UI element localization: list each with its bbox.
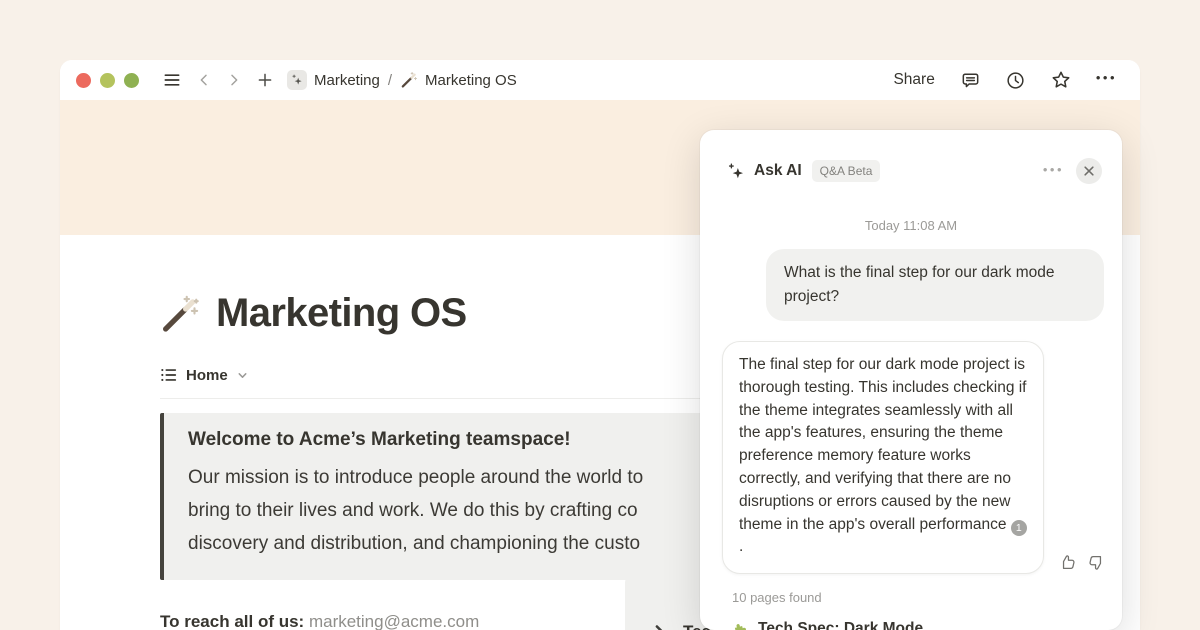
more-options-button[interactable]: ••• [1089, 64, 1124, 97]
back-button[interactable] [189, 66, 219, 94]
citation-badge[interactable]: 1 [1011, 520, 1027, 536]
arrow-right-icon [645, 621, 667, 630]
ask-ai-header: Ask AI Q&A Beta ••• [700, 130, 1122, 184]
comment-icon [960, 70, 981, 91]
teamspace-icon[interactable] [287, 70, 307, 90]
wand-icon [400, 71, 418, 89]
favorite-button[interactable] [1043, 66, 1079, 94]
wand-icon[interactable] [160, 294, 200, 334]
breadcrumb-page[interactable]: Marketing OS [425, 72, 517, 89]
share-button[interactable]: Share [885, 66, 942, 94]
close-window-button[interactable] [76, 73, 91, 88]
puzzle-icon [730, 620, 748, 630]
ellipsis-icon: ••• [1096, 70, 1117, 85]
toolbar: Marketing / Marketing OS Share [60, 60, 1140, 100]
ai-sparkle-icon [726, 162, 745, 181]
ai-message-row: The final step for our dark mode project… [700, 341, 1122, 574]
hamburger-icon [162, 70, 182, 90]
ask-ai-panel: Ask AI Q&A Beta ••• Today 11:08 AM What … [700, 130, 1122, 630]
clock-icon [1005, 70, 1026, 91]
panel-more-button[interactable]: ••• [1043, 162, 1064, 181]
pages-found-label: 10 pages found [730, 590, 1122, 605]
window-controls [76, 73, 139, 88]
user-message-bubble: What is the final step for our dark mode… [766, 249, 1104, 321]
ellipsis-icon: ••• [1043, 162, 1064, 177]
breadcrumb-teamspace[interactable]: Marketing [314, 72, 380, 89]
new-page-button[interactable] [249, 66, 281, 94]
forward-button[interactable] [219, 66, 249, 94]
chevron-right-icon [226, 72, 242, 88]
history-button[interactable] [998, 66, 1033, 94]
page-result-link[interactable]: Tech Spec: Dark Mode [730, 620, 1122, 630]
zoom-window-button[interactable] [124, 73, 139, 88]
thumbs-down-button[interactable] [1087, 553, 1106, 572]
pages-found-section: 10 pages found Tech Spec: Dark Mode Dark… [700, 574, 1122, 630]
chevron-down-icon [236, 369, 249, 382]
close-icon [1083, 165, 1095, 177]
minimize-window-button[interactable] [100, 73, 115, 88]
page-result-title: Tech Spec: Dark Mode [758, 620, 923, 630]
comments-button[interactable] [953, 66, 988, 94]
thumbs-up-button[interactable] [1058, 553, 1077, 572]
list-view-icon [160, 366, 178, 384]
ai-message-bubble: The final step for our dark mode project… [722, 341, 1044, 574]
panel-close-button[interactable] [1076, 158, 1102, 184]
breadcrumb-separator: / [388, 72, 392, 89]
page-title[interactable]: Marketing OS [216, 291, 467, 336]
chevron-left-icon [196, 72, 212, 88]
chat-timestamp: Today 11:08 AM [700, 218, 1122, 233]
feedback-buttons [1058, 553, 1106, 574]
ai-message-text: The final step for our dark mode project… [739, 356, 1027, 533]
contact-label: To reach all of us: [160, 612, 304, 630]
qa-beta-badge: Q&A Beta [812, 160, 881, 182]
ask-ai-title: Ask AI [754, 162, 802, 180]
user-message-row: What is the final step for our dark mode… [700, 249, 1122, 321]
toolbar-actions: Share ••• [885, 64, 1124, 97]
breadcrumb: Marketing / Marketing OS [287, 70, 517, 90]
view-tab-label: Home [186, 367, 228, 384]
plus-icon [256, 71, 274, 89]
contact-email-link[interactable]: marketing@acme.com [309, 612, 479, 630]
star-icon [1050, 69, 1072, 91]
ai-message-text-end: . [739, 538, 743, 555]
sidebar-toggle-button[interactable] [155, 66, 189, 94]
